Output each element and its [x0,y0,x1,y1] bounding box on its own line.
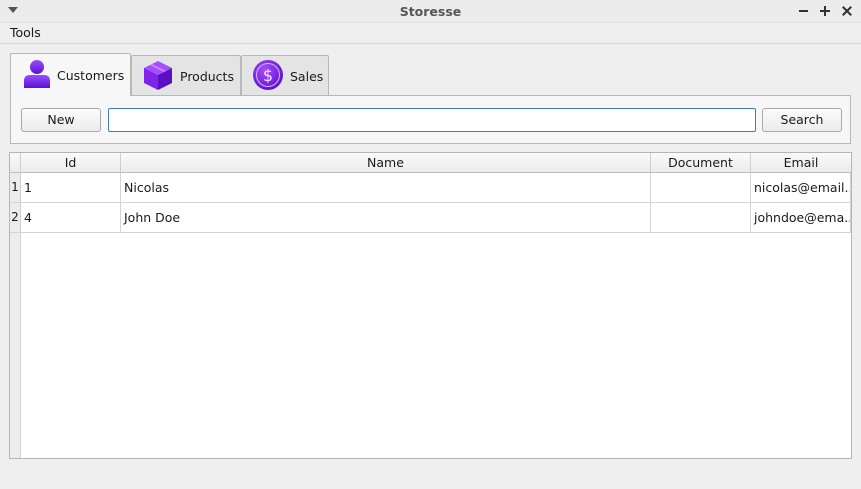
column-header-email[interactable]: Email [751,153,851,173]
cell-id[interactable]: 1 [21,173,121,203]
minimize-button[interactable] [795,2,813,20]
cell-email[interactable]: nicolas@email... [751,173,851,203]
cell-document[interactable] [651,173,751,203]
cell-id[interactable]: 4 [21,203,121,233]
column-header-id[interactable]: Id [21,153,121,173]
table-row[interactable]: 1 1 Nicolas nicolas@email... [10,173,851,203]
tab-label: Customers [57,67,125,83]
search-input[interactable] [108,108,756,132]
table-corner[interactable] [10,153,21,173]
cell-email[interactable]: johndoe@ema... [751,203,851,233]
maximize-button[interactable] [816,2,834,20]
tab-label: Products [180,68,234,84]
cell-name[interactable]: Nicolas [121,173,651,203]
customers-toolbar: New Search [10,95,851,144]
window-title: Storesse [399,4,462,19]
search-button[interactable]: Search [762,108,842,132]
row-number[interactable]: 1 [10,173,21,203]
new-button[interactable]: New [21,108,101,132]
title-bar: Storesse [0,0,861,23]
row-number[interactable]: 2 [10,203,21,233]
close-button[interactable] [838,2,856,20]
minimize-icon [799,10,808,12]
tab-label: Sales [290,68,324,84]
tab-customers[interactable]: Customers [10,53,131,96]
box-icon [142,59,174,94]
tab-products[interactable]: Products [131,55,241,96]
svg-text:$: $ [263,66,273,85]
cell-name[interactable]: John Doe [121,203,651,233]
cell-document[interactable] [651,203,751,233]
user-icon [23,59,51,92]
menu-bar: Tools [0,23,861,44]
table-row[interactable]: 2 4 John Doe johndoe@ema... [10,203,851,233]
menu-tools[interactable]: Tools [10,25,41,40]
column-header-name[interactable]: Name [121,153,651,173]
dollar-icon: $ [252,59,284,94]
column-header-document[interactable]: Document [651,153,751,173]
customers-table[interactable]: Id Name Document Email 1 1 Nicolas nicol… [9,152,852,459]
tab-sales[interactable]: $ Sales [241,55,329,96]
